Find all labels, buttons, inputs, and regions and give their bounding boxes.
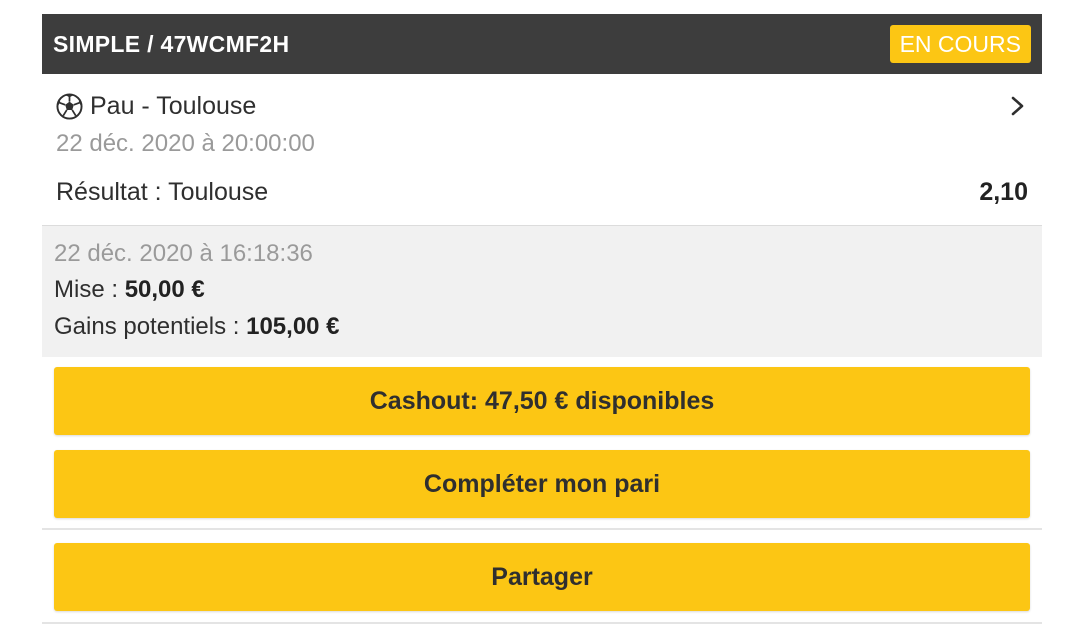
- stake-label: Mise :: [54, 276, 125, 303]
- bet-summary: 22 déc. 2020 à 16:18:36 Mise : 50,00 € G…: [42, 226, 1042, 357]
- bet-card: SIMPLE / 47WCMF2H EN COURS Pau - Toulous…: [42, 14, 1042, 357]
- complete-bet-button[interactable]: Compléter mon pari: [54, 450, 1030, 518]
- odds-value: 2,10: [979, 178, 1028, 206]
- gains-value: 105,00 €: [246, 313, 340, 340]
- event-title-row: Pau - Toulouse: [56, 92, 256, 121]
- bet-header: SIMPLE / 47WCMF2H EN COURS: [42, 14, 1042, 74]
- event-section[interactable]: Pau - Toulouse 22 déc. 2020 à 20:00:00 R…: [42, 74, 1042, 226]
- divider: [42, 622, 1042, 624]
- stake-value: 50,00 €: [124, 276, 205, 303]
- event-match: Pau - Toulouse: [90, 92, 257, 120]
- event-date: 22 déc. 2020 à 20:00:00: [56, 130, 315, 157]
- cashout-button[interactable]: Cashout: 47,50 € disponibles: [54, 367, 1030, 435]
- chevron-right-icon[interactable]: [1008, 94, 1028, 118]
- gains-label: Gains potentiels :: [54, 313, 247, 340]
- bet-title: SIMPLE / 47WCMF2H: [53, 30, 290, 57]
- status-badge: EN COURS: [889, 25, 1031, 63]
- bet-placed-date: 22 déc. 2020 à 16:18:36: [54, 240, 313, 267]
- soccer-ball-icon: [56, 93, 83, 120]
- stake-row: Mise : 50,00 €: [54, 276, 205, 304]
- gains-row: Gains potentiels : 105,00 €: [54, 313, 340, 341]
- divider: [42, 528, 1042, 530]
- result-label: Résultat : Toulouse: [56, 178, 269, 206]
- share-button[interactable]: Partager: [54, 543, 1030, 611]
- result-row: Résultat : Toulouse 2,10: [56, 178, 1028, 207]
